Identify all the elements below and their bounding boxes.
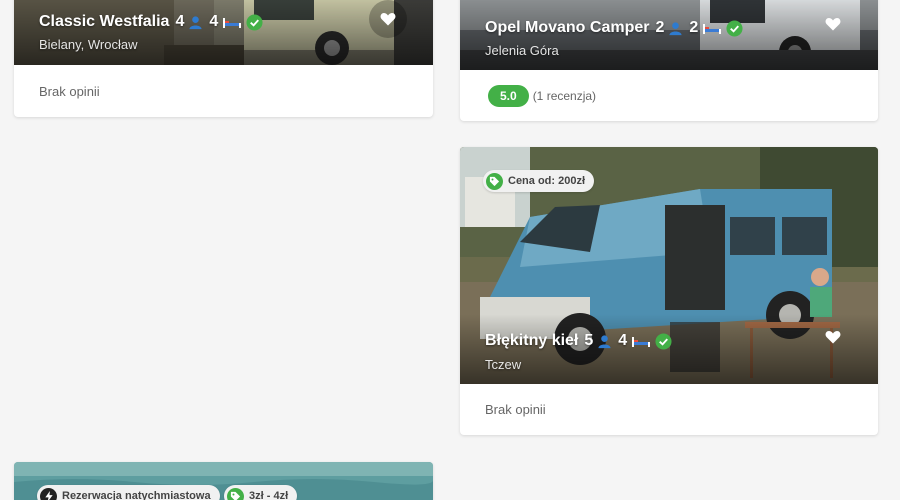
listing-location: Jelenia Góra [485, 43, 559, 58]
listing-card-classic-westfalia[interactable]: Classic Westfalia 4 4 Bielany, Wrocław B… [14, 0, 433, 117]
listing-reviews: 5.0 (1 recenzja) [460, 70, 878, 121]
review-count[interactable]: (1 recenzja) [533, 89, 596, 103]
price-chip: 3zł - 4zł [224, 485, 298, 500]
listing-photo[interactable]: Classic Westfalia 4 4 Bielany, Wrocław [14, 0, 433, 65]
price-chip: Cena od: 200zł [483, 170, 595, 192]
person-icon [668, 21, 683, 36]
favorite-button[interactable] [814, 5, 852, 43]
bed-icon [222, 15, 242, 29]
listing-title-row[interactable]: Błękitny kieł 5 4 [485, 332, 672, 350]
price-tag-icon [227, 487, 244, 500]
bed-icon [631, 334, 651, 348]
price-chip-label: 3zł - 4zł [249, 490, 289, 500]
listing-reviews: Brak opinii [460, 384, 878, 435]
person-icon [188, 15, 203, 30]
listing-location: Tczew [485, 357, 522, 372]
price-chip-label: Cena od: 200zł [508, 175, 586, 187]
check-circle-icon [726, 19, 743, 37]
listing-photo[interactable]: Opel Movano Camper 2 2 Jelenia Góra [460, 0, 878, 70]
listing-photo[interactable]: Rezerwacja natychmiastowa 3zł - 4zł [14, 462, 433, 500]
listing-card-opel-movano[interactable]: Opel Movano Camper 2 2 Jelenia Góra 5.0 … [460, 0, 878, 121]
heart-icon [380, 12, 396, 26]
seats-count: 2 [655, 19, 665, 36]
check-circle-icon [655, 332, 672, 350]
seats-count: 4 [175, 13, 185, 30]
instant-booking-label: Rezerwacja natychmiastowa [62, 490, 211, 500]
listing-title[interactable]: Błękitny kieł [485, 332, 578, 350]
listing-photo[interactable]: Cena od: 200zł Błękitny kieł 5 4 Tczew [460, 147, 878, 384]
heart-icon [825, 17, 841, 31]
favorite-button[interactable] [814, 318, 852, 356]
person-icon [597, 334, 612, 349]
instant-booking-chip: Rezerwacja natychmiastowa [37, 485, 220, 500]
beds-count: 4 [209, 13, 219, 30]
beds-count: 4 [618, 332, 628, 349]
check-circle-icon [246, 13, 263, 31]
heart-icon [825, 330, 841, 344]
lightning-icon [40, 487, 57, 500]
bed-icon [702, 21, 722, 35]
seats-count: 5 [584, 332, 594, 349]
listing-card-partial[interactable]: Rezerwacja natychmiastowa 3zł - 4zł [14, 462, 433, 500]
price-tag-icon [486, 172, 503, 190]
listing-card-blekitny-kiel[interactable]: Cena od: 200zł Błękitny kieł 5 4 Tczew B… [460, 147, 878, 435]
no-reviews-text: Brak opinii [485, 402, 546, 417]
listing-title-row[interactable]: Classic Westfalia 4 4 [39, 13, 263, 31]
listing-location: Bielany, Wrocław [39, 37, 138, 52]
listing-title[interactable]: Opel Movano Camper [485, 19, 649, 37]
listing-reviews: Brak opinii [14, 65, 433, 117]
no-reviews-text: Brak opinii [39, 83, 100, 99]
beds-count: 2 [689, 19, 699, 36]
rating-badge: 5.0 [488, 84, 529, 107]
listing-title-row[interactable]: Opel Movano Camper 2 2 [485, 19, 743, 37]
listing-title[interactable]: Classic Westfalia [39, 13, 169, 31]
favorite-button[interactable] [369, 0, 407, 38]
